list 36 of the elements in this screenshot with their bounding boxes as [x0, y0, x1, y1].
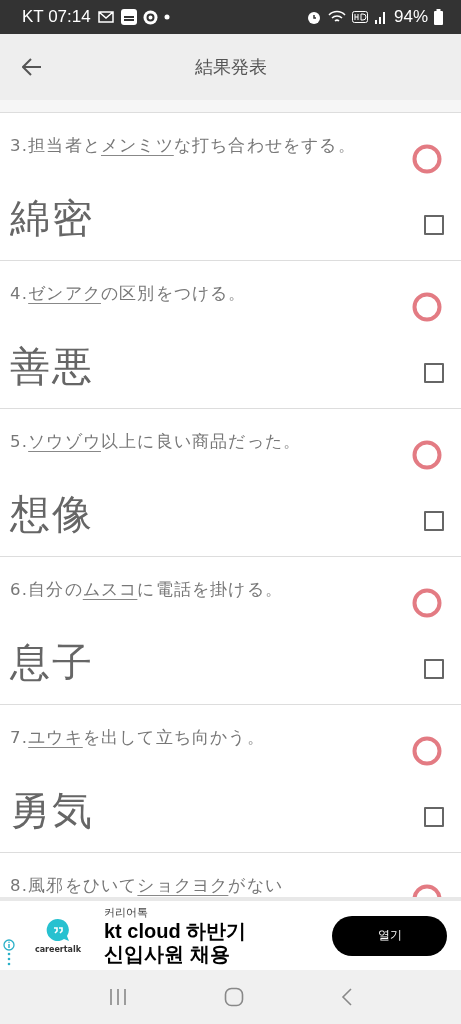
question-text: 8.風邪をひいて ショクヨク がない	[10, 876, 283, 895]
question-text: 5.ソウゾウ 以上に良い商品だった。	[10, 432, 302, 451]
dot-icon	[163, 14, 170, 20]
app-icon	[120, 9, 137, 25]
brand-name: careertalk	[34, 944, 82, 954]
question-text: 3.担当者と メンミツ な打ち合わせをする。	[10, 136, 356, 155]
checkbox[interactable]	[424, 511, 444, 531]
battery-percent: 94%	[393, 7, 428, 27]
answer-text: 勇気	[10, 786, 94, 835]
hd-icon	[351, 11, 368, 23]
carrier-time: KT 07:14	[22, 7, 91, 27]
screen-title: 結果発表	[194, 55, 267, 79]
checkbox[interactable]	[424, 215, 444, 235]
mail-icon	[96, 10, 115, 24]
speech-bubble-logo-icon	[46, 917, 70, 942]
back-nav-button[interactable]	[340, 987, 353, 1007]
question-text: 6.自分のムスコ に電話を掛ける。	[10, 580, 283, 599]
home-button[interactable]	[223, 987, 244, 1007]
back-arrow-icon	[22, 58, 42, 76]
question-text: 4.ゼンアクの区別をつける。	[10, 284, 247, 303]
answer-text: 想像	[10, 490, 94, 539]
ad-headline: kt cloud 하반기 신입사원 채용	[104, 920, 248, 966]
battery-icon	[434, 9, 443, 25]
alarm-icon	[305, 9, 322, 25]
app-icon	[142, 9, 158, 25]
question-text: 7.ユウキ を出して立ち向かう。	[10, 728, 265, 747]
answer-text: 綿密	[10, 194, 94, 243]
wifi-icon	[327, 10, 346, 24]
signal-icon	[373, 10, 388, 24]
checkbox[interactable]	[424, 807, 444, 827]
checkbox[interactable]	[424, 363, 444, 383]
answer-text: 善悪	[10, 342, 94, 391]
open-button[interactable]: 열기	[332, 915, 447, 956]
checkbox[interactable]	[424, 659, 444, 679]
advertiser-name: 커리어톡	[104, 905, 149, 920]
answer-text: 息子	[10, 638, 94, 687]
